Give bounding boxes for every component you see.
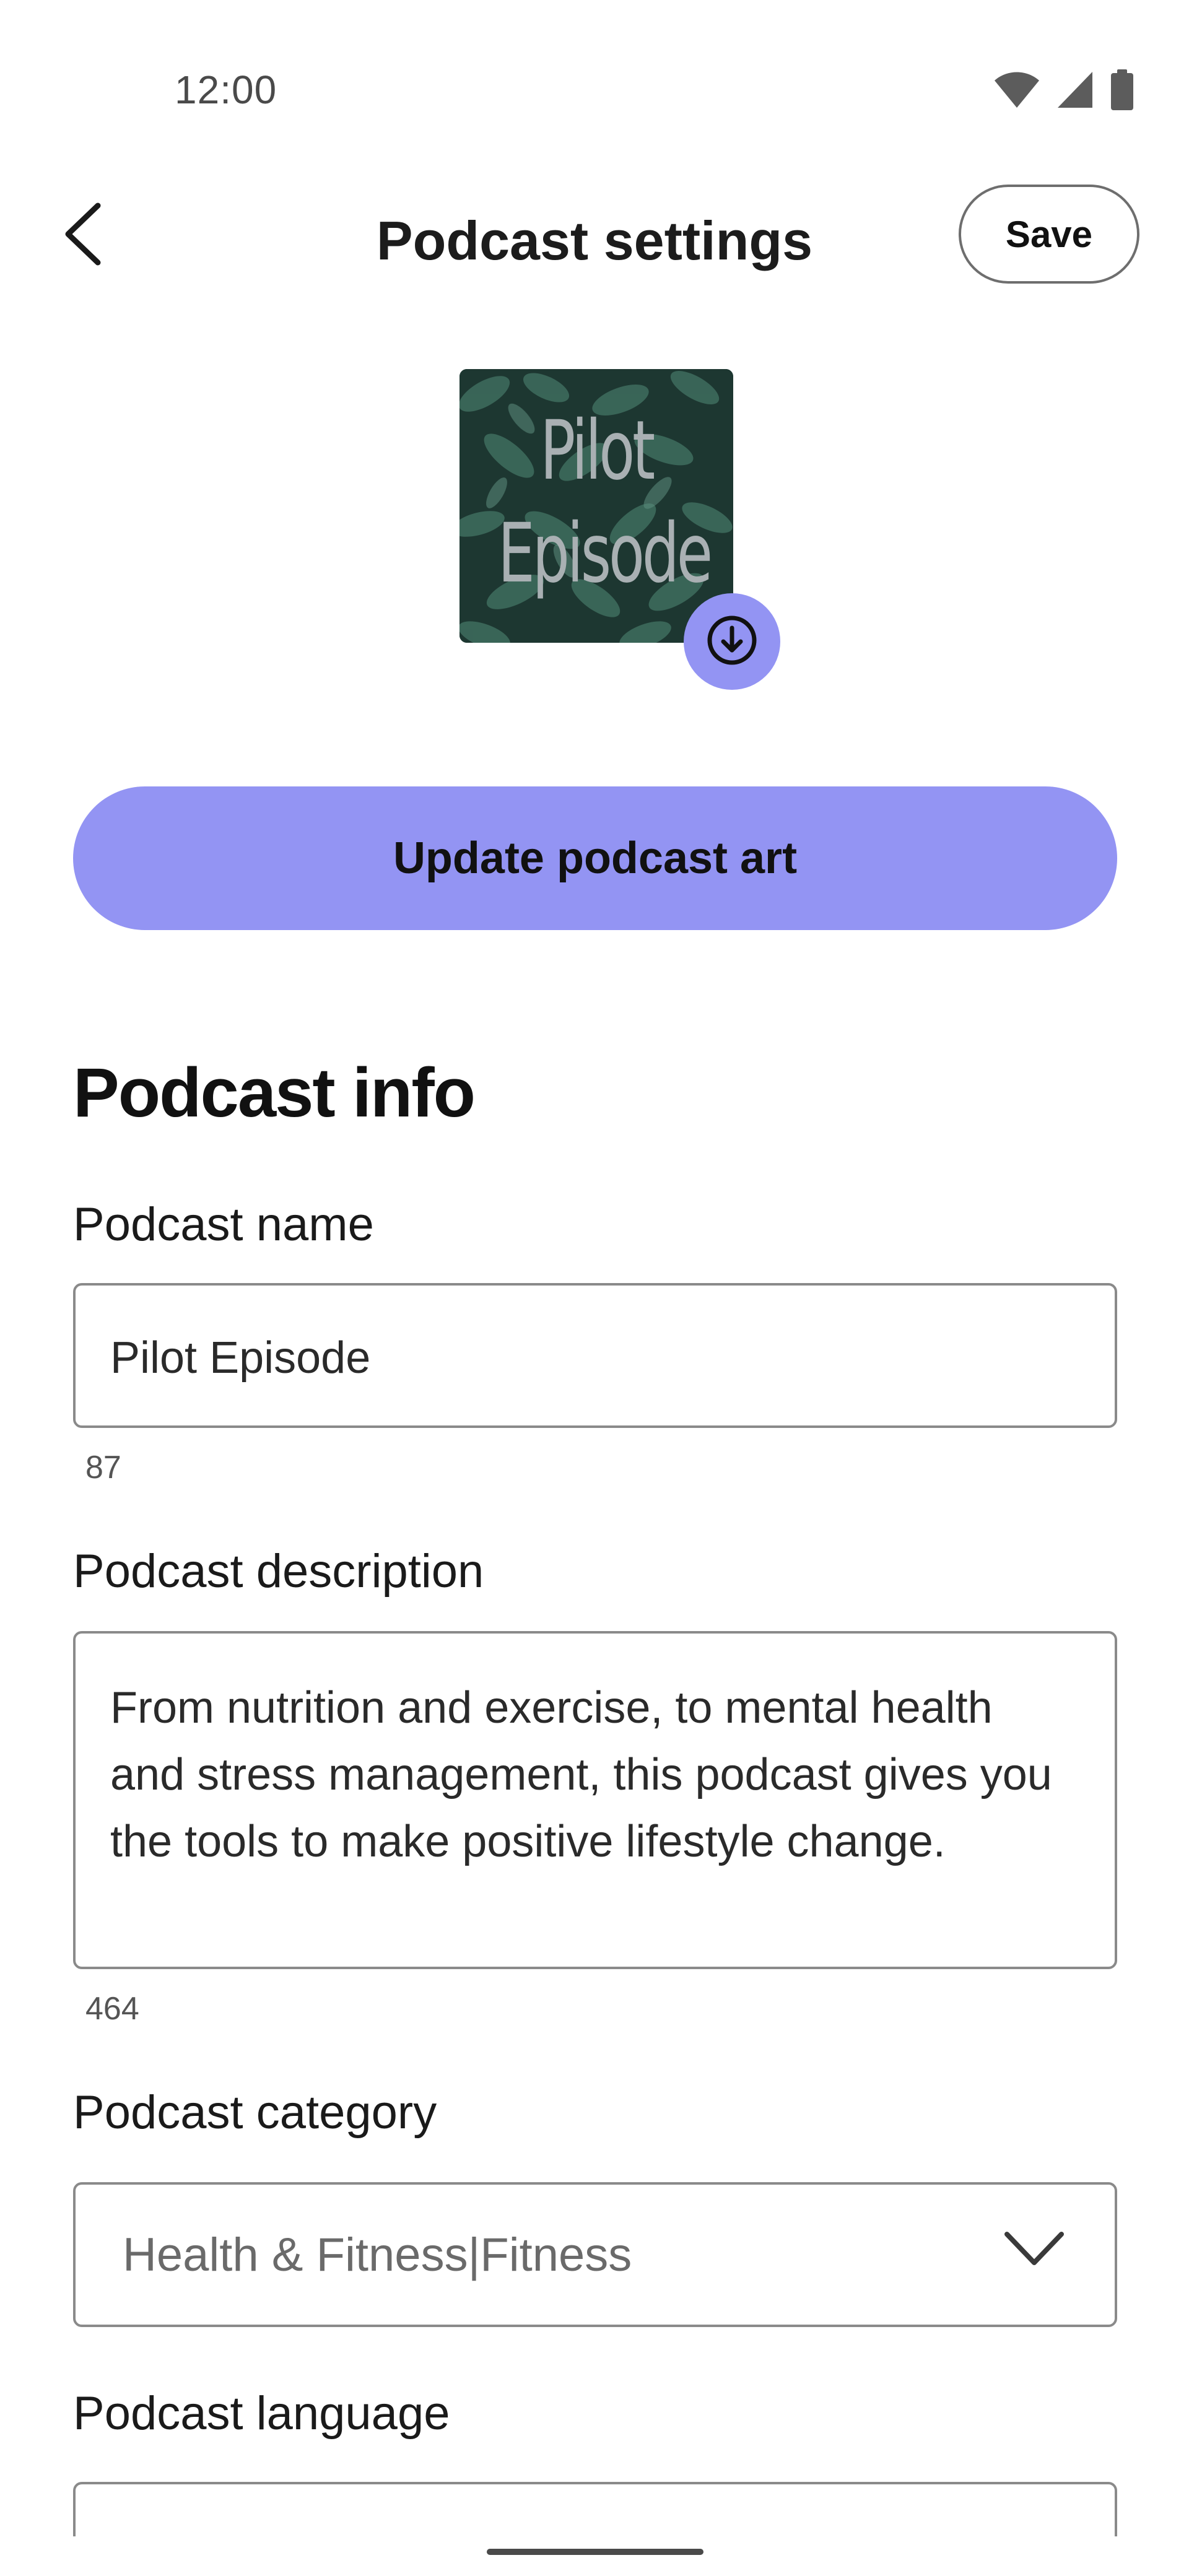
home-indicator[interactable]: [487, 2549, 703, 2555]
podcast-name-label: Podcast name: [73, 1198, 374, 1251]
podcast-description-value: From nutrition and exercise, to mental h…: [110, 1683, 1052, 1866]
save-button[interactable]: Save: [959, 185, 1139, 284]
battery-icon: [1110, 69, 1135, 113]
status-bar: 12:00: [0, 0, 1189, 161]
chevron-down-icon: [1003, 2229, 1065, 2272]
status-time: 12:00: [175, 67, 277, 112]
wifi-icon: [993, 71, 1040, 112]
podcast-art-title-line2: Episode: [497, 506, 713, 601]
podcast-description-char-count: 464: [85, 1991, 139, 2027]
update-podcast-art-button[interactable]: Update podcast art: [73, 786, 1117, 930]
podcast-category-select[interactable]: Health & Fitness|Fitness: [73, 2182, 1117, 2327]
status-icons: [993, 69, 1135, 113]
podcast-description-label: Podcast description: [73, 1545, 484, 1598]
navigation-bar: [0, 2536, 1189, 2576]
podcast-name-char-count: 87: [85, 1450, 121, 1486]
section-title: Podcast info: [73, 1054, 476, 1131]
podcast-category-label: Podcast category: [73, 2086, 437, 2139]
podcast-art-image: Pilot Episode: [459, 369, 733, 643]
podcast-description-field[interactable]: From nutrition and exercise, to mental h…: [73, 1631, 1117, 1969]
app-header: Podcast settings Save: [0, 180, 1189, 291]
download-art-button[interactable]: [684, 593, 780, 690]
signal-icon: [1056, 71, 1094, 112]
download-icon: [706, 614, 758, 669]
podcast-name-value: Pilot Episode: [110, 1333, 371, 1383]
podcast-art[interactable]: Pilot Episode: [459, 369, 733, 643]
podcast-art-title-line1: Pilot: [540, 403, 655, 498]
podcast-name-field[interactable]: Pilot Episode: [73, 1283, 1117, 1428]
podcast-language-label: Podcast language: [73, 2387, 450, 2440]
podcast-settings-screen: 12:00 Podcast settings Save Pilot Episod…: [0, 0, 1189, 2576]
podcast-category-value: Health & Fitness|Fitness: [123, 2229, 632, 2281]
